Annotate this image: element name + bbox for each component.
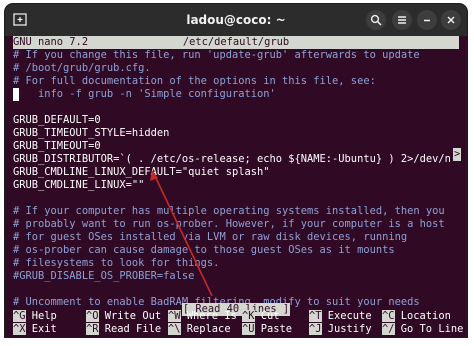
shortcut-execute[interactable]: ^T Execute bbox=[309, 310, 372, 323]
file-line[interactable]: GRUB_CMDLINE_LINUX="" bbox=[13, 179, 144, 192]
file-line[interactable]: # probably want to run os-prober. Howeve… bbox=[13, 218, 445, 231]
file-line[interactable]: # If your computer has multiple operatin… bbox=[13, 205, 445, 218]
shortcut-key: ^/ bbox=[382, 323, 395, 335]
shortcut-key: ^C bbox=[382, 310, 395, 322]
shortcut-label: Cut bbox=[260, 310, 280, 322]
minimize-icon bbox=[424, 19, 430, 22]
shortcut-label: Execute bbox=[327, 310, 372, 322]
shortcut-label: Go To Line bbox=[400, 323, 464, 335]
file-line[interactable]: GRUB_DISTRIBUTOR=`( . /etc/os-release; e… bbox=[13, 153, 451, 166]
menu-button[interactable] bbox=[392, 10, 412, 30]
hamburger-menu-icon bbox=[398, 16, 406, 24]
shortcut-read-file[interactable]: ^R Read File bbox=[86, 323, 161, 336]
file-line[interactable]: # For full documentation of the options … bbox=[13, 75, 376, 88]
search-button[interactable] bbox=[366, 10, 386, 30]
shortcut-key: ^G bbox=[13, 310, 26, 322]
shortcut-label: Where Is bbox=[186, 310, 237, 322]
shortcut-label: Replace bbox=[186, 323, 231, 335]
shortcut-key: ^X bbox=[13, 323, 26, 335]
shortcut-label: Location bbox=[400, 310, 451, 322]
file-line[interactable]: # info -f grub -n 'Simple configuration' bbox=[13, 88, 276, 101]
nano-filename: /etc/default/grub bbox=[182, 36, 290, 48]
shortcut-go-to-line[interactable]: ^/ Go To Line bbox=[382, 323, 463, 336]
file-line[interactable]: #GRUB_DISABLE_OS_PROBER=false bbox=[13, 270, 194, 283]
file-line[interactable]: GRUB_DEFAULT=0 bbox=[13, 114, 101, 127]
shortcut-label: Write Out bbox=[104, 310, 162, 322]
close-icon bbox=[447, 16, 455, 24]
shortcut-paste[interactable]: ^U Paste bbox=[242, 323, 292, 336]
file-line[interactable]: GRUB_CMDLINE_LINUX_DEFAULT="quiet splash… bbox=[13, 166, 269, 179]
shortcut-write-out[interactable]: ^O Write Out bbox=[86, 310, 161, 323]
terminal-window: ladou@coco: ~ GNU nano 7.2 /etc/default/… bbox=[5, 4, 467, 337]
shortcut-key: ^\ bbox=[168, 323, 181, 335]
shortcut-label: Read File bbox=[104, 323, 162, 335]
file-line[interactable]: # /boot/grub/grub.cfg. bbox=[13, 62, 151, 75]
shortcut-key: ^K bbox=[242, 310, 255, 322]
shortcut-justify[interactable]: ^J Justify bbox=[309, 323, 372, 336]
file-line[interactable]: # for guest OSes installed via LVM or ra… bbox=[13, 231, 407, 244]
file-line[interactable]: GRUB_TIMEOUT=0 bbox=[13, 140, 101, 153]
shortcut-help[interactable]: ^G Help bbox=[13, 310, 57, 323]
shortcut-key: ^T bbox=[309, 310, 322, 322]
shortcut-exit[interactable]: ^X Exit bbox=[13, 323, 57, 336]
shortcut-label: Paste bbox=[260, 323, 293, 335]
terminal-content[interactable]: GNU nano 7.2 /etc/default/grub # If you … bbox=[5, 36, 467, 337]
shortcut-key: ^R bbox=[86, 323, 99, 335]
shortcut-replace[interactable]: ^\ Replace bbox=[168, 323, 231, 336]
shortcut-label: Justify bbox=[327, 323, 372, 335]
shortcut-location[interactable]: ^C Location bbox=[382, 310, 451, 323]
close-button[interactable] bbox=[441, 10, 461, 30]
search-icon bbox=[370, 14, 382, 26]
shortcut-label: Help bbox=[31, 310, 57, 322]
shortcut-where-is[interactable]: ^W Where Is bbox=[168, 310, 237, 323]
file-line[interactable]: # os-prober can cause damage to those gu… bbox=[13, 244, 395, 257]
shortcut-key: ^W bbox=[168, 310, 181, 322]
shortcut-cut[interactable]: ^K Cut bbox=[242, 310, 280, 323]
text-cursor bbox=[13, 88, 19, 101]
title-bar: ladou@coco: ~ bbox=[5, 4, 467, 36]
line-overflow-marker: > bbox=[453, 148, 462, 161]
shortcut-key: ^U bbox=[242, 323, 255, 335]
minimize-button[interactable] bbox=[417, 10, 437, 30]
file-line[interactable]: # filesystems to look for things. bbox=[13, 257, 219, 270]
file-line[interactable]: GRUB_TIMEOUT_STYLE=hidden bbox=[13, 127, 169, 140]
shortcut-key: ^O bbox=[86, 310, 99, 322]
shortcut-label: Exit bbox=[31, 323, 57, 335]
file-line[interactable]: # If you change this file, run 'update-g… bbox=[13, 49, 420, 62]
shortcut-key: ^J bbox=[309, 323, 322, 335]
